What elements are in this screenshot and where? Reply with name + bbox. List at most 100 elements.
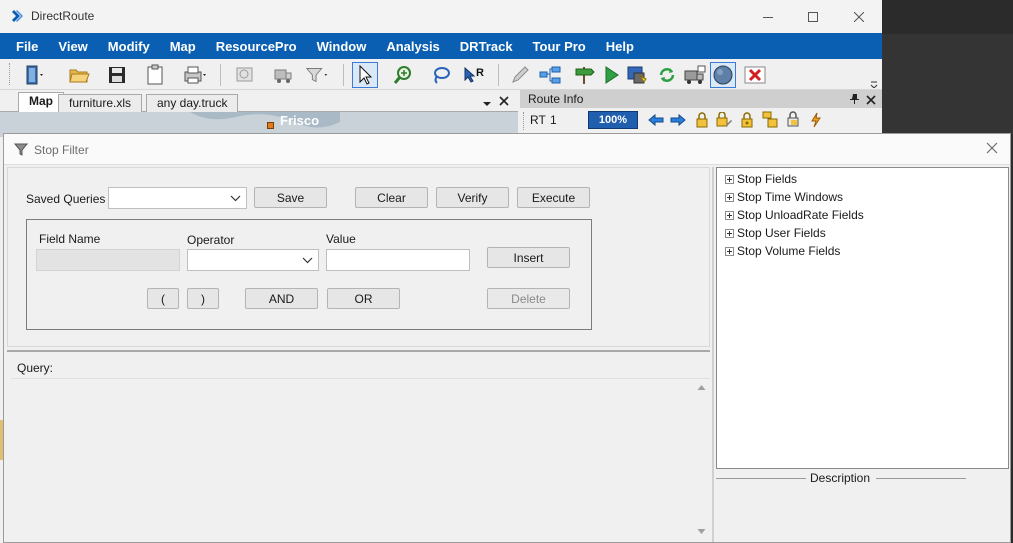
- description-divider-left: [716, 478, 806, 479]
- zoom-in-icon[interactable]: [390, 62, 416, 88]
- toolbar-grip: [523, 112, 525, 130]
- close-panel-icon[interactable]: [866, 94, 876, 108]
- horizontal-splitter[interactable]: [7, 350, 710, 352]
- signpost-icon[interactable]: [571, 62, 597, 88]
- tree-item-label: Stop Volume Fields: [737, 244, 841, 258]
- saved-queries-label: Saved Queries: [26, 192, 106, 206]
- truck-icon[interactable]: [270, 62, 296, 88]
- menu-help[interactable]: Help: [596, 39, 644, 54]
- stop-monitor-icon[interactable]: [625, 62, 651, 88]
- close-paren-button[interactable]: ): [187, 288, 219, 309]
- vertical-splitter[interactable]: [712, 167, 714, 542]
- menu-drtrack[interactable]: DRTrack: [450, 39, 523, 54]
- open-door-icon[interactable]: [20, 62, 46, 88]
- menu-resourcepro[interactable]: ResourcePro: [206, 39, 307, 54]
- tree-item-stop-time-windows[interactable]: Stop Time Windows: [725, 188, 843, 206]
- menu-analysis[interactable]: Analysis: [376, 39, 449, 54]
- expand-icon[interactable]: [725, 246, 734, 256]
- lock-stack-icon[interactable]: [762, 110, 778, 131]
- field-name-field[interactable]: [36, 249, 180, 271]
- operator-dropdown[interactable]: [187, 249, 319, 271]
- scroll-up-icon[interactable]: [697, 384, 706, 391]
- query-textarea[interactable]: [11, 378, 710, 540]
- value-field[interactable]: [326, 249, 470, 271]
- svg-text:R: R: [476, 67, 484, 79]
- menu-file[interactable]: File: [0, 39, 48, 54]
- tree-item-stop-unloadrate-fields[interactable]: Stop UnloadRate Fields: [725, 206, 864, 224]
- route-info-panel: Route Info RT 1 100%: [520, 90, 882, 137]
- arrow-left-icon[interactable]: [648, 112, 664, 131]
- route-cursor-icon[interactable]: R: [462, 62, 488, 88]
- delete-button[interactable]: Delete: [487, 288, 570, 309]
- lightning-icon[interactable]: [810, 112, 822, 131]
- map-marker-icon[interactable]: [267, 122, 274, 129]
- close-icon: [854, 11, 864, 22]
- tree-item-stop-volume-fields[interactable]: Stop Volume Fields: [725, 242, 840, 260]
- tab-furniture-xls[interactable]: furniture.xls: [58, 94, 143, 112]
- saved-queries-dropdown[interactable]: [108, 187, 247, 209]
- execute-button[interactable]: Execute: [517, 187, 590, 208]
- expand-icon[interactable]: [725, 210, 734, 220]
- close-dialog-button[interactable]: [986, 142, 998, 157]
- scroll-down-icon[interactable]: [697, 528, 706, 535]
- lock-pencil-icon[interactable]: [716, 111, 732, 131]
- description-label: Description: [810, 471, 871, 485]
- toolbar-overflow-icon[interactable]: [870, 77, 878, 91]
- description-group: Description: [716, 471, 1009, 542]
- zoom-level-badge[interactable]: 100%: [588, 111, 638, 129]
- insert-button[interactable]: Insert: [487, 247, 570, 268]
- hierarchy-icon[interactable]: [537, 62, 563, 88]
- lasso-icon[interactable]: [428, 62, 454, 88]
- tab-any-day-truck[interactable]: any day.truck: [146, 94, 239, 112]
- menu-tour-pro[interactable]: Tour Pro: [523, 39, 596, 54]
- truck-export-icon[interactable]: [682, 62, 708, 88]
- minimize-button[interactable]: [745, 0, 791, 33]
- menu-view[interactable]: View: [48, 39, 97, 54]
- route-value[interactable]: 1: [550, 113, 557, 127]
- or-button[interactable]: OR: [327, 288, 400, 309]
- minimize-icon: [763, 16, 773, 18]
- filter-funnel-icon[interactable]: [304, 62, 330, 88]
- menu-map[interactable]: Map: [160, 39, 206, 54]
- pin-icon[interactable]: [850, 93, 860, 107]
- clipboard-icon[interactable]: [142, 62, 168, 88]
- lock-icon[interactable]: [695, 112, 709, 131]
- tab-list-dropdown-icon[interactable]: [482, 97, 492, 111]
- refresh-icon[interactable]: [654, 62, 680, 88]
- print-icon[interactable]: [182, 62, 208, 88]
- lock-refresh-icon[interactable]: [786, 111, 802, 131]
- close-tab-icon[interactable]: [499, 95, 509, 109]
- save-button[interactable]: Save: [254, 187, 327, 208]
- close-window-button[interactable]: [836, 0, 882, 33]
- toolbar-separator: [220, 64, 221, 86]
- stop-filter-dialog: Stop Filter Saved Queries Save Clear Ver…: [3, 133, 1011, 543]
- query-scrollbar[interactable]: [693, 379, 710, 539]
- open-paren-button[interactable]: (: [147, 288, 179, 309]
- menu-modify[interactable]: Modify: [98, 39, 160, 54]
- pencil-icon[interactable]: [507, 62, 533, 88]
- and-button[interactable]: AND: [245, 288, 318, 309]
- cancel-icon[interactable]: [742, 62, 768, 88]
- select-pointer-icon[interactable]: [352, 62, 378, 88]
- stop-filter-icon: [13, 143, 29, 156]
- expand-icon[interactable]: [725, 228, 734, 238]
- verify-button[interactable]: Verify: [436, 187, 509, 208]
- toolbar-separator: [343, 64, 344, 86]
- zoom-preview-icon[interactable]: [232, 62, 258, 88]
- expand-icon[interactable]: [725, 192, 734, 202]
- tree-item-stop-fields[interactable]: Stop Fields: [725, 170, 797, 188]
- clear-button[interactable]: Clear: [355, 187, 428, 208]
- filter-builder-panel: Saved Queries Save Clear Verify Execute …: [7, 167, 710, 347]
- chevron-down-icon: [230, 195, 241, 202]
- folder-open-icon[interactable]: [66, 62, 92, 88]
- sphere-icon[interactable]: [710, 62, 736, 88]
- play-icon[interactable]: [598, 62, 624, 88]
- query-label: Query:: [17, 361, 54, 375]
- save-disk-icon[interactable]: [104, 62, 130, 88]
- arrow-right-icon[interactable]: [670, 112, 686, 131]
- menu-window[interactable]: Window: [307, 39, 377, 54]
- tree-item-stop-user-fields[interactable]: Stop User Fields: [725, 224, 826, 242]
- expand-icon[interactable]: [725, 174, 734, 184]
- maximize-button[interactable]: [790, 0, 836, 33]
- lock-key-icon[interactable]: [740, 112, 754, 131]
